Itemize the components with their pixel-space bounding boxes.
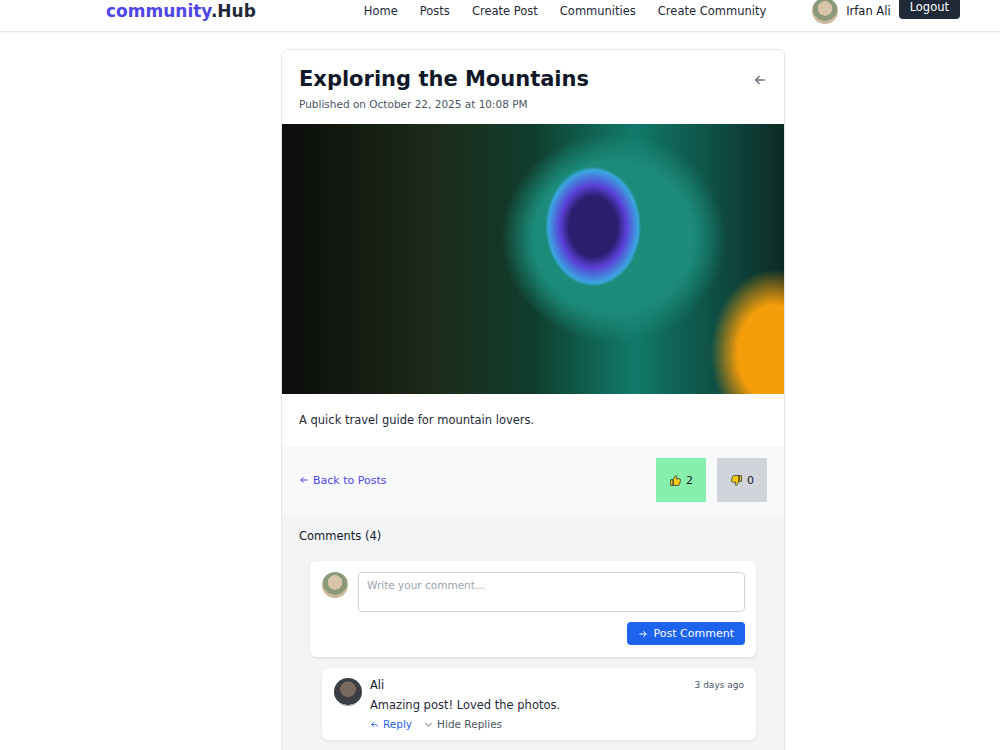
post-card: Exploring the Mountains Published on Octo… bbox=[281, 49, 785, 750]
logo[interactable]: community.Hub bbox=[106, 1, 256, 21]
user-avatar[interactable] bbox=[812, 0, 838, 24]
post-comment-button[interactable]: Post Comment bbox=[627, 622, 745, 645]
nav-link[interactable]: Communities bbox=[560, 4, 636, 18]
nav-link[interactable]: Posts bbox=[420, 4, 450, 18]
arrow-right-icon bbox=[638, 629, 648, 639]
comments-section: Comments (4) Post Comment Ali 3 days ago Ama… bbox=[282, 514, 784, 750]
user-name: Irfan Ali bbox=[846, 4, 890, 18]
post-header: Exploring the Mountains Published on Octo… bbox=[282, 50, 784, 124]
votes: 20 bbox=[656, 458, 767, 502]
post-date: Published on October 22, 2025 at 10:08 P… bbox=[299, 97, 589, 111]
back-link[interactable]: Back to Posts bbox=[299, 474, 387, 487]
post-description: A quick travel guide for mountain lovers… bbox=[282, 394, 784, 446]
like-button[interactable]: 2 bbox=[656, 458, 706, 502]
comment-form: Post Comment bbox=[310, 561, 756, 657]
post-heading: Exploring the Mountains Published on Octo… bbox=[299, 65, 589, 111]
commenter-avatar bbox=[334, 678, 362, 706]
comment-input[interactable] bbox=[358, 572, 745, 612]
nav-link[interactable]: Home bbox=[364, 4, 398, 18]
reply-button[interactable]: Reply bbox=[370, 718, 412, 730]
post-actions: Back to Posts 20 bbox=[282, 446, 784, 514]
logout-button[interactable]: Logout bbox=[899, 0, 960, 19]
comments-heading: Comments (4) bbox=[299, 528, 767, 544]
comment-time: 3 days ago bbox=[695, 680, 744, 690]
post-title: Exploring the Mountains bbox=[299, 65, 589, 93]
back-arrow-icon[interactable] bbox=[753, 73, 767, 87]
arrow-left-icon bbox=[299, 475, 309, 485]
comment-author: Ali bbox=[370, 678, 384, 692]
comment-text: Amazing post! Loved the photos. bbox=[370, 698, 744, 712]
nav-link[interactable]: Create Community bbox=[658, 4, 766, 18]
post-container: Exploring the Mountains Published on Octo… bbox=[281, 49, 785, 750]
post-image bbox=[282, 124, 784, 394]
comment: Ali 3 days ago Amazing post! Loved the pho… bbox=[322, 668, 756, 740]
nav-links: Home Posts Create Post Communities Create Co… bbox=[364, 4, 766, 18]
thumbs-down-icon bbox=[730, 474, 743, 487]
reply-icon bbox=[370, 720, 379, 729]
user-avatar bbox=[322, 572, 348, 598]
chevron-icon bbox=[424, 720, 433, 729]
comment-list: Post Comment Ali 3 days ago Amazing post! L… bbox=[310, 561, 756, 740]
nav-link[interactable]: Create Post bbox=[472, 4, 538, 18]
thumbs-up-icon bbox=[669, 474, 682, 487]
user-menu: Irfan Ali Logout bbox=[812, 0, 960, 24]
toggle-replies-button[interactable]: Hide Replies bbox=[424, 718, 502, 730]
dislike-button[interactable]: 0 bbox=[717, 458, 767, 502]
navbar: community.Hub Home Posts Create Post Communi… bbox=[0, 0, 1000, 32]
